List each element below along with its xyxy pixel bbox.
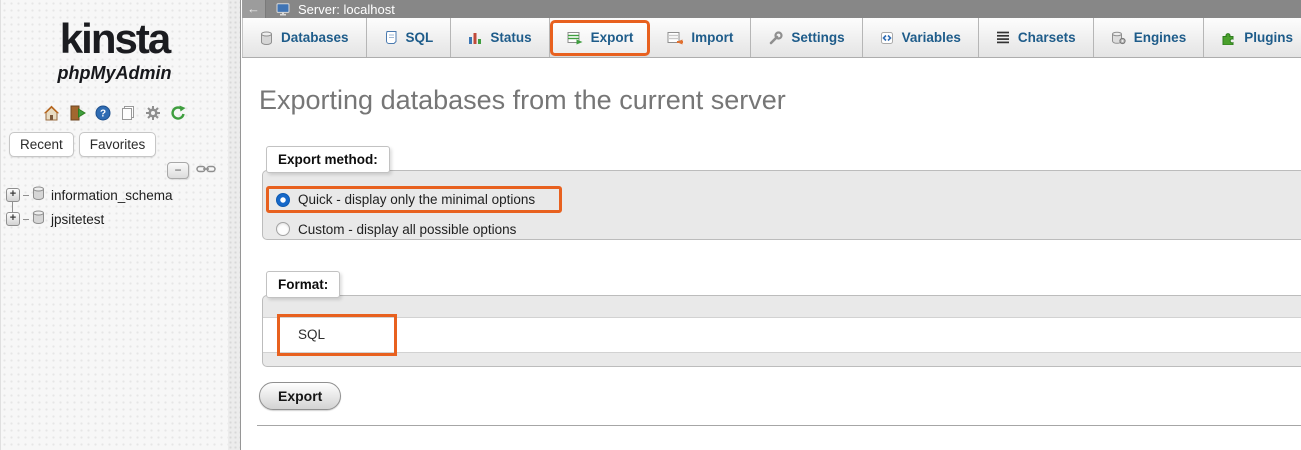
page-title: Exporting databases from the current ser…: [259, 85, 786, 115]
format-fieldset: SQL: [262, 295, 1301, 367]
kinsta-logo: kinsta: [59, 15, 171, 62]
tab-bar: Databases SQL Status Export Import Setti…: [242, 18, 1301, 58]
tree-dash: [23, 194, 29, 196]
database-icon: [32, 210, 45, 229]
engines-icon: [1111, 31, 1126, 45]
tab-export[interactable]: Export: [549, 19, 651, 56]
sidebar-quick-access: Recent Favorites: [9, 132, 157, 157]
server-breadcrumb-bar: ← Server: localhost: [242, 0, 1301, 18]
favorites-button[interactable]: Favorites: [78, 132, 157, 157]
tab-engines[interactable]: Engines: [1093, 18, 1205, 57]
tree-row-information-schema: + information_schema: [6, 183, 228, 207]
import-icon: [667, 31, 684, 45]
back-button[interactable]: ←: [242, 0, 266, 18]
quick-radio-label[interactable]: Quick - display only the minimal options: [298, 192, 535, 207]
sidebar: kinsta phpMyAdmin ? Recent Favorites − +…: [0, 0, 228, 450]
collapse-all-button[interactable]: −: [167, 161, 189, 179]
tree-item-label[interactable]: jpsitetest: [51, 212, 104, 227]
export-icon: [567, 31, 583, 45]
main-panel: ← Server: localhost Databases SQL Status…: [242, 0, 1301, 450]
documentation-icon[interactable]: [120, 105, 136, 121]
wrench-icon: [768, 30, 783, 45]
server-icon: [276, 2, 291, 16]
expand-icon[interactable]: +: [6, 212, 20, 226]
tab-sql[interactable]: SQL: [366, 18, 452, 57]
home-icon[interactable]: [43, 105, 60, 121]
tree-dash: [23, 218, 29, 220]
status-icon: [468, 31, 482, 45]
charsets-icon: [996, 31, 1010, 44]
tab-variables[interactable]: Variables: [862, 18, 979, 57]
format-legend: Format:: [266, 271, 341, 298]
phpmyadmin-logo-text: phpMyAdmin: [57, 63, 172, 83]
database-tree: + information_schema + jpsitetest: [6, 183, 228, 231]
logout-icon[interactable]: [69, 105, 86, 121]
export-page: Exporting databases from the current ser…: [242, 58, 1301, 450]
help-icon[interactable]: ?: [95, 105, 111, 121]
expand-icon[interactable]: +: [6, 188, 20, 202]
export-method-legend: Export method:: [266, 146, 390, 173]
sidebar-nav-icons: ?: [1, 105, 228, 121]
svg-text:?: ?: [100, 109, 106, 120]
tab-status[interactable]: Status: [451, 18, 550, 57]
format-select-highlight: [277, 314, 397, 356]
tree-row-jpsitetest: + jpsitetest: [6, 207, 228, 231]
database-icon: [32, 186, 45, 205]
tree-controls: −: [167, 161, 216, 179]
tab-import[interactable]: Import: [650, 18, 752, 57]
recent-button[interactable]: Recent: [9, 132, 74, 157]
export-button[interactable]: Export: [259, 382, 342, 410]
databases-icon: [260, 31, 273, 45]
tab-databases[interactable]: Databases: [242, 18, 367, 57]
custom-radio[interactable]: [276, 222, 290, 236]
phpmyadmin-window: kinsta phpMyAdmin ? Recent Favorites − +…: [0, 0, 1301, 450]
tab-settings[interactable]: Settings: [751, 18, 863, 57]
footer-divider: [257, 425, 1301, 426]
custom-radio-label[interactable]: Custom - display all possible options: [298, 222, 516, 237]
tab-plugins[interactable]: Plugins: [1204, 18, 1301, 57]
link-icon[interactable]: [196, 161, 216, 179]
sql-icon: [384, 30, 398, 45]
plugins-icon: [1221, 31, 1236, 45]
quick-radio[interactable]: [276, 192, 290, 207]
quick-option-highlight: Quick - display only the minimal options: [266, 186, 562, 213]
custom-option-row: Custom - display all possible options: [276, 218, 516, 240]
tree-item-label[interactable]: information_schema: [51, 188, 173, 203]
panel-resize-handle[interactable]: [228, 0, 241, 450]
gear-icon[interactable]: [145, 105, 161, 121]
tab-charsets[interactable]: Charsets: [978, 18, 1094, 57]
format-select[interactable]: SQL: [263, 314, 1301, 356]
refresh-icon[interactable]: [170, 105, 186, 121]
breadcrumb: Server: localhost: [298, 1, 395, 17]
variables-icon: [880, 31, 894, 45]
